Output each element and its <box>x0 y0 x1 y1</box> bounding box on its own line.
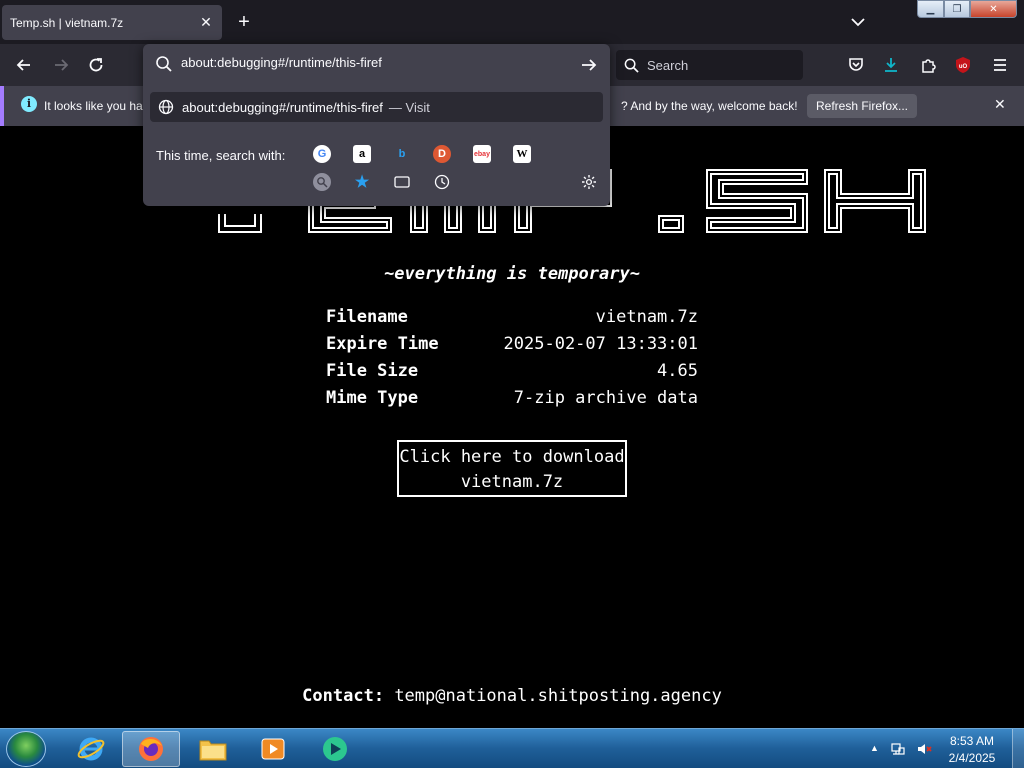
show-hidden-icons-arrow-icon[interactable]: ▲ <box>870 743 879 753</box>
search-history-icon[interactable] <box>313 173 331 191</box>
hamburger-menu-icon[interactable] <box>990 55 1010 75</box>
info-label: Filename <box>326 307 408 327</box>
info-value: 4.65 <box>657 361 698 381</box>
back-button[interactable] <box>12 53 36 77</box>
info-row-mime-type: Mime Type 7-zip archive data <box>326 388 698 415</box>
list-all-tabs-icon[interactable] <box>848 12 868 32</box>
info-row-file-size: File Size 4.65 <box>326 361 698 388</box>
contact-label: Contact: <box>302 686 385 706</box>
back-arrow-icon <box>16 59 30 71</box>
google-engine-icon[interactable]: G <box>313 145 331 163</box>
globe-icon <box>158 99 174 115</box>
clock-time[interactable]: 8:53 AM <box>946 734 998 748</box>
search-icon <box>156 56 172 72</box>
search-settings-gear-icon[interactable] <box>580 173 598 191</box>
info-label: File Size <box>326 361 419 381</box>
bing-engine-icon[interactable]: b <box>393 145 411 163</box>
bookmarks-star-icon[interactable]: ★ <box>353 173 371 191</box>
info-value: vietnam.7z <box>595 307 698 327</box>
notification-close-icon[interactable]: ✕ <box>994 96 1006 113</box>
taskbar: ▲ 8:53 AM 2/4/2025 <box>0 728 1024 768</box>
green-app-taskbar-icon[interactable] <box>306 731 364 767</box>
internet-explorer-taskbar-icon[interactable] <box>62 731 120 767</box>
search-box[interactable]: Search <box>616 50 803 80</box>
tabs-icon[interactable] <box>393 173 411 191</box>
start-button[interactable] <box>6 731 46 767</box>
info-label: Mime Type <box>326 388 419 408</box>
ebay-engine-icon[interactable]: ebay <box>473 145 491 163</box>
tab-close-icon[interactable]: ✕ <box>198 14 214 31</box>
file-info-table: Filename vietnam.7z Expire Time 2025-02-… <box>326 307 698 415</box>
history-clock-icon[interactable] <box>433 173 451 191</box>
page-content: ~everything is temporary~ Filename vietn… <box>0 126 1024 728</box>
file-explorer-taskbar-icon[interactable] <box>184 731 242 767</box>
url-suggestion[interactable]: about:debugging#/runtime/this-firef — Vi… <box>150 92 603 122</box>
download-button-line2: vietnam.7z <box>460 472 564 492</box>
ublock-origin-icon[interactable]: uO <box>953 55 973 75</box>
info-row-expire-time: Expire Time 2025-02-07 13:33:01 <box>326 334 698 361</box>
info-row-filename: Filename vietnam.7z <box>326 307 698 334</box>
info-value: 2025-02-07 13:33:01 <box>503 334 698 354</box>
contact-email[interactable]: temp@national.shitposting.agency <box>394 686 722 706</box>
amazon-engine-icon[interactable]: a <box>353 145 371 163</box>
tab-title: Temp.sh | vietnam.7z <box>10 15 124 30</box>
network-icon[interactable] <box>890 741 906 757</box>
download-button[interactable]: Click here to download vietnam.7z <box>397 440 627 497</box>
active-tab[interactable]: Temp.sh | vietnam.7z ✕ <box>2 5 222 40</box>
search-with-label: This time, search with: <box>156 148 286 163</box>
maximize-button[interactable]: ❐ <box>944 0 970 18</box>
window-controls: ▁ ❐ ✕ <box>917 0 1021 20</box>
reload-icon <box>89 58 103 72</box>
notification-text: It looks like you ha <box>44 99 143 113</box>
download-button-line1: Click here to download <box>399 447 625 467</box>
pocket-icon[interactable] <box>846 55 866 75</box>
contact-line: Contact: temp@national.shitposting.agenc… <box>0 686 1024 706</box>
forward-arrow-icon <box>55 59 69 71</box>
minimize-button[interactable]: ▁ <box>917 0 944 18</box>
notification-text-tail: ? And by the way, welcome back! <box>621 99 798 113</box>
clock-date[interactable]: 2/4/2025 <box>946 751 998 765</box>
info-icon: i <box>21 96 37 112</box>
info-value: 7-zip archive data <box>513 388 698 408</box>
duckduckgo-engine-icon[interactable]: D <box>433 145 451 163</box>
volume-muted-icon[interactable] <box>916 741 932 757</box>
media-player-taskbar-icon[interactable] <box>244 731 302 767</box>
reload-button[interactable] <box>84 53 108 77</box>
urlbar-dropdown: about:debugging#/runtime/this-firef — Vi… <box>143 44 610 206</box>
urlbar[interactable] <box>143 44 610 86</box>
refresh-firefox-button[interactable]: Refresh Firefox... <box>807 94 917 118</box>
go-arrow-icon[interactable] <box>579 55 599 75</box>
svg-text:uO: uO <box>959 64 968 70</box>
address-input[interactable] <box>181 55 571 70</box>
wikipedia-engine-icon[interactable]: W <box>513 145 531 163</box>
info-label: Expire Time <box>326 334 439 354</box>
new-tab-button[interactable]: + <box>232 10 256 34</box>
downloads-icon[interactable] <box>881 55 901 75</box>
show-desktop-button[interactable] <box>1012 729 1024 768</box>
window-close-button[interactable]: ✕ <box>970 0 1017 18</box>
firefox-taskbar-icon[interactable] <box>122 731 180 767</box>
search-placeholder: Search <box>647 57 689 73</box>
system-tray: ▲ 8:53 AM 2/4/2025 <box>864 729 1024 768</box>
search-icon <box>624 58 639 73</box>
forward-button[interactable] <box>49 53 73 77</box>
tagline: ~everything is temporary~ <box>384 264 640 284</box>
tab-strip: Temp.sh | vietnam.7z ✕ + ▁ ❐ ✕ <box>0 0 1024 44</box>
suggestion-url: about:debugging#/runtime/this-firef <box>182 99 383 115</box>
extensions-puzzle-icon[interactable] <box>918 55 938 75</box>
suggestion-action: — Visit <box>388 99 430 115</box>
